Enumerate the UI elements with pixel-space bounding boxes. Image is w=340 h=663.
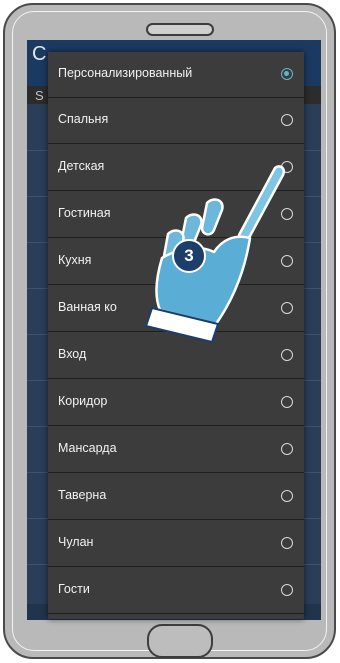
option-attic[interactable]: Мансарда: [48, 427, 304, 473]
radio-icon[interactable]: [281, 584, 293, 596]
radio-icon[interactable]: [281, 537, 293, 549]
option-label: Детская: [58, 159, 105, 173]
option-corridor[interactable]: Коридор: [48, 380, 304, 426]
option-label: Гостиная: [58, 206, 111, 220]
radio-icon[interactable]: [281, 114, 293, 126]
radio-icon[interactable]: [281, 349, 293, 361]
option-label: Кухня: [58, 253, 92, 267]
step-number-badge: 3: [172, 239, 206, 273]
phone-home-button[interactable]: [147, 624, 213, 658]
header-back-glyph: C: [32, 43, 47, 65]
radio-icon[interactable]: [281, 443, 293, 455]
option-label: Ванная ко: [58, 300, 117, 314]
option-label: Мансарда: [58, 441, 117, 455]
option-label: Вход: [58, 347, 87, 361]
option-label: Спальня: [58, 112, 109, 126]
option-label: Коридор: [58, 394, 108, 408]
option-personalized[interactable]: Персонализированный: [48, 52, 304, 98]
phone-speaker: [146, 23, 214, 36]
option-closet[interactable]: Чулан: [48, 521, 304, 567]
hand-pointer-icon: [144, 165, 285, 344]
option-bedroom[interactable]: Спальня: [48, 98, 304, 144]
option-label: Таверна: [58, 488, 107, 502]
radio-icon[interactable]: [281, 490, 293, 502]
option-label: Персонализированный: [58, 66, 193, 80]
radio-selected-icon[interactable]: [281, 68, 293, 80]
option-guests[interactable]: Гости: [48, 568, 304, 614]
subheader-glyph: S: [35, 88, 44, 103]
option-label: Гости: [58, 582, 90, 596]
option-tavern[interactable]: Таверна: [48, 474, 304, 520]
option-label: Чулан: [58, 535, 94, 549]
radio-icon[interactable]: [281, 396, 293, 408]
